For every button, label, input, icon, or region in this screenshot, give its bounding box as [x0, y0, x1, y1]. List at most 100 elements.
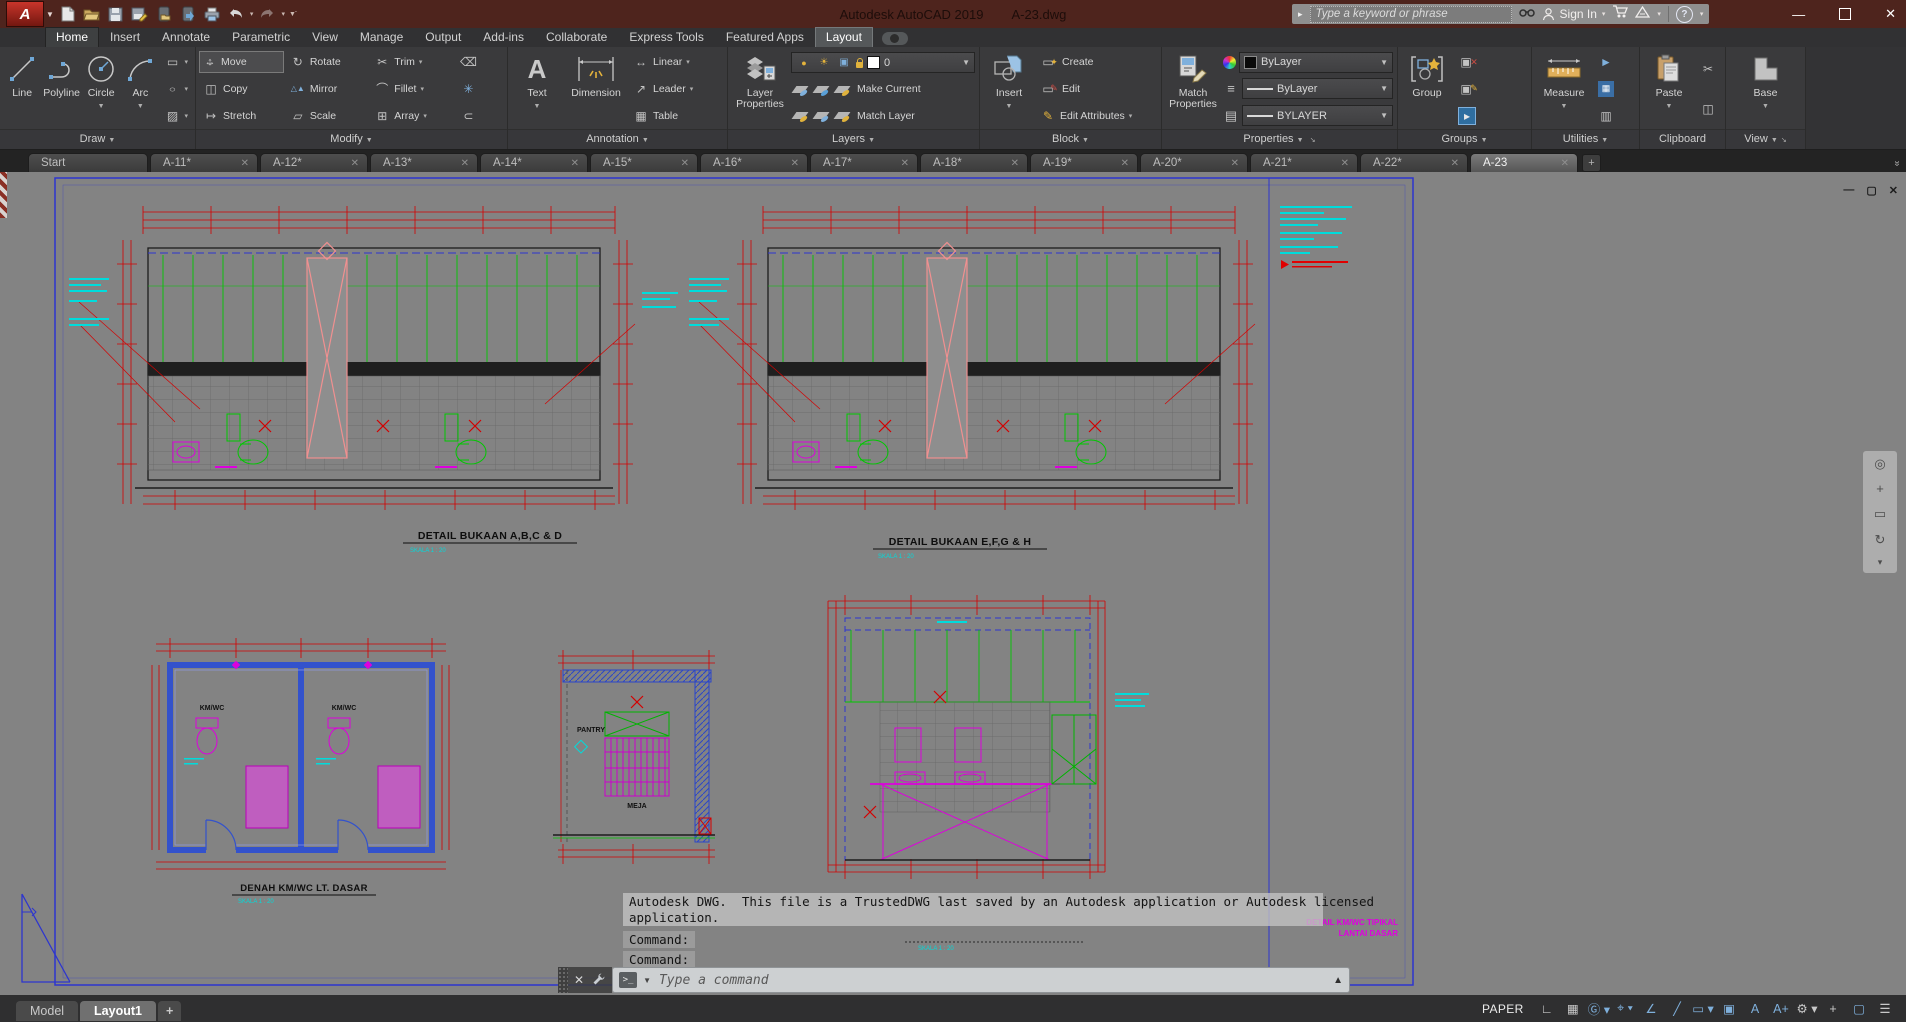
arc-caret-icon[interactable]: ▼ [137, 101, 144, 112]
file-tab-a16[interactable]: A-16* ✕ [700, 153, 808, 172]
ucs-icon[interactable]: ∟ [1534, 999, 1560, 1019]
match-properties-button[interactable]: Match Properties [1166, 49, 1220, 129]
properties-panel-label[interactable]: Properties ▼ ↘ [1162, 129, 1397, 149]
layer-off-icon[interactable] [791, 112, 809, 120]
tab-overflow-icon[interactable]: » [1892, 161, 1903, 167]
dimension-button[interactable]: Dimension [565, 49, 627, 129]
close-tab-icon[interactable]: ✕ [1231, 158, 1239, 169]
file-tab-start[interactable]: Start [28, 153, 148, 172]
save-icon[interactable] [106, 4, 126, 24]
file-tab-a23[interactable]: A-23 ✕ [1470, 153, 1578, 172]
draw-panel-label[interactable]: Draw ▼ [0, 129, 195, 149]
layers-panel-label[interactable]: Layers ▼ [728, 129, 979, 149]
autodesk-caret-icon[interactable]: ▾ [1657, 10, 1661, 18]
ribbon-tab-home[interactable]: Home [44, 27, 100, 48]
mirror-button[interactable]: △▲ Mirror [287, 79, 367, 99]
mid-annotations[interactable] [642, 292, 678, 308]
navbar-caret-icon[interactable]: ▾ [1878, 557, 1883, 568]
help-caret-icon[interactable]: ▾ [1700, 10, 1704, 18]
plot-icon[interactable] [202, 4, 222, 24]
new-file-icon[interactable] [58, 4, 78, 24]
insert-caret-icon[interactable]: ▼ [1006, 101, 1013, 112]
insert-button[interactable]: Insert ▼ [984, 49, 1034, 129]
layer-unisolate-icon[interactable] [812, 112, 830, 120]
graphics-performance-icon[interactable]: ▢ [1846, 999, 1872, 1019]
redo-icon[interactable] [257, 4, 277, 24]
paste-button[interactable]: Paste ▼ [1644, 49, 1694, 129]
ribbon-tab-output[interactable]: Output [415, 28, 471, 47]
file-tab-a18[interactable]: A-18* ✕ [920, 153, 1028, 172]
grid-icon[interactable]: ▦ [1560, 999, 1586, 1019]
move-button[interactable]: ↔ ↕ Move [199, 51, 284, 74]
title-detail-abcd[interactable]: DETAIL BUKAAN A,B,C & D [418, 530, 562, 542]
array-button[interactable]: ⊞ Array ▾ [371, 106, 453, 126]
close-tab-icon[interactable]: ✕ [1121, 158, 1129, 169]
file-tab-a14[interactable]: A-14* ✕ [480, 153, 588, 172]
section-pantry[interactable]: PANTRY MEJA [553, 650, 715, 864]
open-file-icon[interactable] [82, 4, 102, 24]
doc-minimize-icon[interactable]: — [1843, 184, 1854, 197]
app-menu-caret-icon[interactable]: ▼ [46, 10, 54, 19]
autoscale-icon[interactable]: A+ [1768, 999, 1794, 1019]
groups-panel-label[interactable]: Groups ▼ [1398, 129, 1531, 149]
annotation-monitor-icon[interactable]: + [1820, 999, 1846, 1019]
command-input[interactable] [656, 971, 1328, 989]
doc-close-icon[interactable]: ✕ [1889, 184, 1898, 197]
elevation-abcd[interactable] [69, 206, 635, 510]
app-store-cart-icon[interactable] [1612, 5, 1629, 23]
redo-caret-icon[interactable]: ▾ [281, 10, 285, 18]
new-drawing-tab-button[interactable]: + [1582, 154, 1601, 172]
copy-clip-button[interactable]: ◫ [1697, 99, 1719, 119]
minimize-button[interactable]: — [1792, 7, 1805, 22]
ribbon-tab-insert[interactable]: Insert [100, 28, 150, 47]
orbit-icon[interactable]: ↻ [1875, 532, 1886, 548]
file-tab-a22[interactable]: A-22* ✕ [1360, 153, 1468, 172]
make-current-button[interactable]: Make Current [854, 79, 924, 99]
rectangle-tool-button[interactable]: ▭ ▾ [161, 52, 191, 72]
ribbon-tab-parametric[interactable]: Parametric [222, 28, 300, 47]
file-tab-a12[interactable]: A-12* ✕ [260, 153, 368, 172]
command-bar-grip[interactable] [558, 967, 568, 993]
circle-caret-icon[interactable]: ▼ [98, 101, 105, 112]
modify-panel-label[interactable]: Modify ▼ [196, 129, 507, 149]
ribbon-tab-annotate[interactable]: Annotate [152, 28, 220, 47]
scale-label-2[interactable]: SKALA 1 : 20 [878, 554, 914, 560]
save-to-web-mobile-icon[interactable] [178, 4, 198, 24]
close-tab-icon[interactable]: ✕ [461, 158, 469, 169]
ellipse-tool-button[interactable]: ○ ▾ [161, 79, 191, 99]
close-tab-icon[interactable]: ✕ [681, 158, 689, 169]
polar-icon[interactable]: ∠ [1638, 999, 1664, 1019]
room-label-2[interactable]: KM/WC [332, 705, 357, 712]
close-button[interactable]: ✕ [1885, 6, 1896, 22]
table-button[interactable]: ▦ Table [630, 106, 696, 126]
layer-lock-toggle-icon[interactable] [833, 85, 851, 93]
file-tab-a20[interactable]: A-20* ✕ [1140, 153, 1248, 172]
ungroup-button[interactable]: ▣ ✕ [1455, 52, 1481, 72]
ribbon-tab-layout[interactable]: Layout [814, 27, 873, 48]
file-tab-a15[interactable]: A-15* ✕ [590, 153, 698, 172]
command-expand-icon[interactable]: ▲ [1333, 975, 1343, 986]
view-panel-label[interactable]: View ▼ ↘ [1726, 129, 1805, 149]
rotate-button[interactable]: ↻ Rotate [287, 52, 367, 72]
annotation-visibility-icon[interactable]: A [1742, 999, 1768, 1019]
polyline-button[interactable]: Polyline [43, 49, 80, 129]
linear-dim-button[interactable]: ↔ Linear ▾ [630, 52, 696, 72]
drawing-area[interactable]: KM/WC KM/WC PANTRY MEJA DETAIL BUKAAN A,… [0, 172, 1906, 995]
group-button[interactable]: Group [1402, 49, 1452, 129]
layer-viewport-icon[interactable]: ▣ [836, 55, 852, 71]
autodesk-account-icon[interactable] [1635, 5, 1651, 23]
qat-customize-icon[interactable]: ▼̄ [289, 11, 296, 18]
osnap-icon[interactable]: ⌖ ▾ [1612, 999, 1638, 1019]
model-tab[interactable]: Model [16, 1000, 79, 1021]
title-detail-efgh[interactable]: DETAIL BUKAAN E,F,G & H [889, 536, 1031, 548]
file-tab-a13[interactable]: A-13* ✕ [370, 153, 478, 172]
sheet-frame[interactable] [54, 177, 1414, 986]
close-tab-icon[interactable]: ✕ [241, 158, 249, 169]
fillet-button[interactable]: ⌒ Fillet ▾ [371, 79, 453, 99]
trim-button[interactable]: ✂ Trim ▾ [371, 52, 453, 72]
elevation-kmwc-tipikal[interactable] [827, 595, 1149, 879]
scale-label-3[interactable]: SKALA 1 : 20 [238, 899, 274, 905]
navigation-bar[interactable]: ◎ + ▭ ↻ ▾ [1862, 450, 1898, 574]
base-caret-icon[interactable]: ▼ [1762, 101, 1769, 112]
layer-color-swatch[interactable] [867, 56, 880, 70]
